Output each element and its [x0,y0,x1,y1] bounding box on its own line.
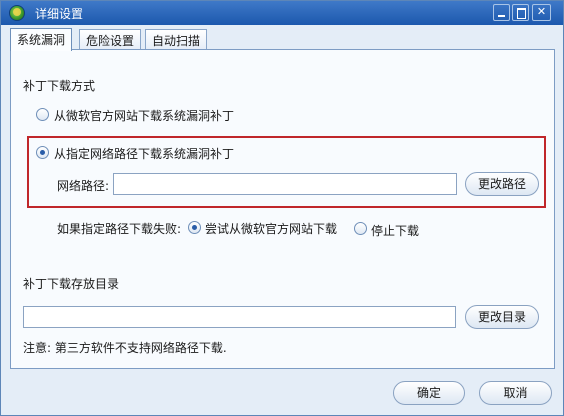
tab-dangerous-settings[interactable]: 危险设置 [79,29,142,49]
maximize-button[interactable] [512,4,529,21]
radio-official-download[interactable] [36,108,49,121]
ok-button[interactable]: 确定 [393,381,465,405]
change-directory-button[interactable]: 更改目录 [465,305,539,329]
storage-section-title: 补丁下载存放目录 [23,277,120,291]
minimize-button[interactable] [493,4,510,21]
radio-fallback-try-official-label[interactable]: 尝试从微软官方网站下载 [205,220,337,237]
cancel-button[interactable]: 取消 [479,381,552,405]
fallback-label: 如果指定路径下载失败: [57,222,182,236]
patch-download-section-title: 补丁下载方式 [23,79,96,93]
radio-fallback-try-official[interactable] [188,221,201,234]
radio-fallback-stop-label[interactable]: 停止下载 [371,222,419,239]
settings-dialog: 详细设置 ✕ 系统漏洞 危险设置 自动扫描 补丁下载方式 从微软官方网站下载系统… [0,0,564,416]
window-title: 详细设置 [35,7,84,21]
network-path-input[interactable] [113,173,457,195]
radio-custom-path-download-label[interactable]: 从指定网络路径下载系统漏洞补丁 [54,145,234,162]
tab-auto-scan[interactable]: 自动扫描 [145,29,208,49]
close-button[interactable]: ✕ [532,4,551,21]
radio-fallback-stop[interactable] [354,222,367,235]
note-text: 注意: 第三方软件不支持网络路径下载. [23,341,227,355]
close-icon: ✕ [536,5,547,18]
network-path-label: 网络路径: [57,179,110,193]
change-path-button[interactable]: 更改路径 [465,172,539,196]
radio-official-download-label[interactable]: 从微软官方网站下载系统漏洞补丁 [54,107,234,124]
tab-system-vulnerabilities[interactable]: 系统漏洞 [10,28,73,51]
storage-directory-input[interactable] [23,306,456,328]
app-shield-icon [9,5,25,21]
radio-custom-path-download[interactable] [36,146,49,159]
title-bar[interactable]: 详细设置 ✕ [1,1,563,25]
